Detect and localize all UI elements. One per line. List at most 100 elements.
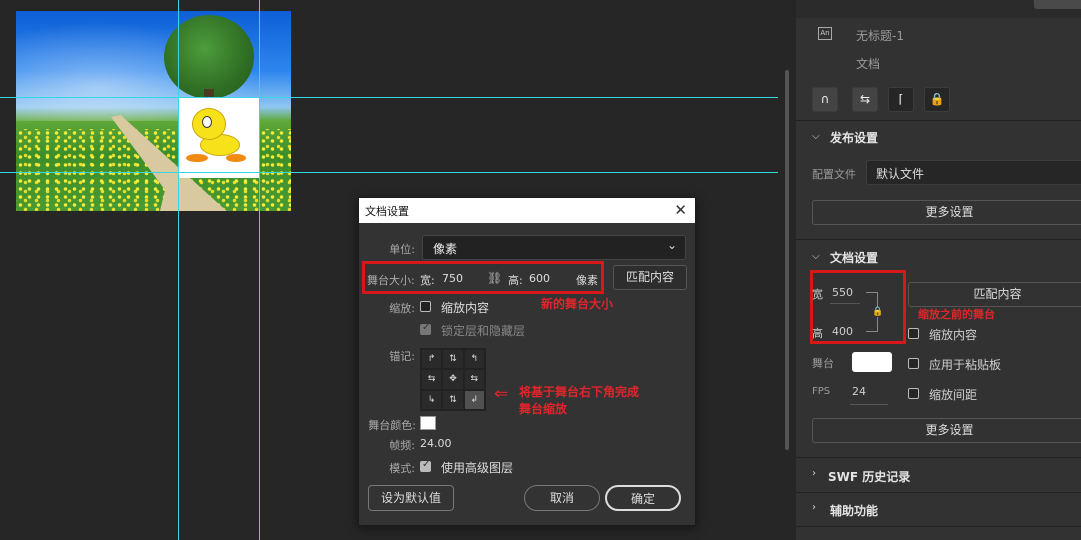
canvas-scrollbar[interactable] bbox=[785, 70, 789, 450]
chevron-down-icon[interactable]: ⌵ bbox=[812, 131, 820, 142]
tweety-sprite[interactable] bbox=[178, 98, 259, 178]
anchor-grid[interactable]: ↱ ⇅ ↰ ⇆ ✥ ⇆ ↳ ⇅ ↲ bbox=[420, 348, 486, 411]
scale-content-label: 缩放内容 bbox=[929, 328, 978, 342]
cancel-button[interactable]: 取消 bbox=[524, 485, 600, 511]
divider bbox=[796, 526, 1081, 527]
anchor-bottom-right[interactable]: ↲ bbox=[463, 389, 485, 410]
anchor-top-center[interactable]: ⇅ bbox=[442, 349, 464, 370]
fps-underline bbox=[850, 404, 888, 405]
scale-content-checkbox[interactable] bbox=[420, 301, 431, 312]
more-settings-button-2[interactable]: 更多设置 bbox=[812, 418, 1081, 443]
scale-label: 缩放: bbox=[389, 302, 415, 315]
scale-content-label: 缩放内容 bbox=[441, 301, 490, 315]
apply-pasteboard-checkbox[interactable] bbox=[908, 358, 919, 369]
stage-size-label: 舞台大小: bbox=[367, 274, 415, 287]
advanced-layers-checkbox[interactable] bbox=[420, 459, 431, 472]
mode-label: 模式: bbox=[389, 462, 415, 475]
stage-background-image[interactable] bbox=[16, 11, 291, 211]
tweety-foot bbox=[186, 154, 208, 162]
align-icon[interactable]: ⇆ bbox=[852, 87, 878, 112]
anchor-top-left[interactable]: ↱ bbox=[421, 349, 443, 370]
unit-value: 像素 bbox=[433, 242, 458, 256]
scale-content-checkbox[interactable] bbox=[908, 328, 919, 339]
an-document-icon: An bbox=[818, 27, 832, 40]
anchor-middle-left[interactable]: ⇆ bbox=[421, 369, 443, 390]
lock-layers-label: 锁定层和隐藏层 bbox=[441, 324, 526, 338]
divider bbox=[796, 239, 1081, 240]
document-name: 无标题-1 bbox=[856, 29, 904, 43]
width-input[interactable]: 550 bbox=[832, 286, 853, 299]
link-icon[interactable]: ⛓ bbox=[487, 271, 502, 285]
document-type: 文档 bbox=[856, 57, 881, 71]
dialog-titlebar[interactable]: 文档设置 ✕ bbox=[359, 198, 695, 223]
stage-label: 舞台 bbox=[812, 357, 834, 370]
profile-label: 配置文件 bbox=[812, 168, 856, 181]
width-label: 宽: bbox=[420, 274, 435, 287]
unit-label: 单位: bbox=[389, 243, 415, 256]
stage-color-label: 舞台颜色: bbox=[368, 419, 416, 432]
lock-layers-checkbox[interactable] bbox=[420, 322, 431, 335]
height-label: 高 bbox=[812, 327, 823, 340]
size-unit: 像素 bbox=[576, 274, 598, 287]
fps-label: FPS bbox=[812, 386, 831, 397]
scale-spacing-checkbox[interactable] bbox=[908, 388, 919, 399]
width-input[interactable]: 750 bbox=[442, 272, 463, 285]
height-input[interactable]: 400 bbox=[832, 325, 853, 338]
anchor-middle-right[interactable]: ⇆ bbox=[463, 369, 485, 390]
arrow-left-icon: ⇐ bbox=[494, 384, 509, 404]
frame-rate-label: 帧频: bbox=[389, 439, 415, 452]
guide-line-horizontal[interactable] bbox=[0, 97, 778, 98]
set-default-button[interactable]: 设为默认值 bbox=[368, 485, 454, 511]
anchor-center[interactable]: ✥ bbox=[442, 369, 464, 390]
guide-line-vertical[interactable] bbox=[178, 0, 179, 540]
chevron-right-icon[interactable]: › bbox=[812, 468, 816, 479]
document-settings-title[interactable]: 文档设置 bbox=[830, 249, 878, 266]
dialog-title: 文档设置 bbox=[365, 204, 409, 218]
swf-history-title[interactable]: SWF 历史记录 bbox=[828, 468, 910, 485]
new-size-note: 新的舞台大小 bbox=[541, 297, 614, 311]
width-label: 宽 bbox=[812, 288, 823, 301]
scale-spacing-label: 缩放间距 bbox=[929, 388, 978, 402]
anchor-bottom-left[interactable]: ↳ bbox=[421, 389, 443, 410]
anchor-note-line2: 舞台缩放 bbox=[519, 402, 568, 416]
tweety-eye bbox=[202, 116, 212, 128]
tweety-foot bbox=[226, 154, 246, 162]
ok-button[interactable]: 确定 bbox=[605, 485, 681, 511]
profile-select[interactable]: 默认文件 bbox=[866, 160, 1081, 185]
divider bbox=[796, 492, 1081, 493]
apply-pasteboard-label: 应用于粘贴板 bbox=[929, 358, 1002, 372]
anchor-note-line1: 将基于舞台右下角完成 bbox=[519, 385, 640, 399]
anchor-label: 锚记: bbox=[389, 350, 415, 363]
anchor-top-right[interactable]: ↰ bbox=[463, 349, 485, 370]
chevron-down-icon[interactable]: ⌵ bbox=[812, 251, 820, 262]
lock-icon[interactable]: 🔒 bbox=[924, 87, 950, 112]
chevron-right-icon[interactable]: › bbox=[812, 502, 816, 513]
ruler-icon[interactable]: ⌈ bbox=[888, 87, 914, 112]
match-content-button[interactable]: 匹配内容 bbox=[908, 282, 1081, 307]
more-settings-button[interactable]: 更多设置 bbox=[812, 200, 1081, 225]
match-content-button[interactable]: 匹配内容 bbox=[613, 265, 687, 290]
unit-select[interactable]: 像素 ⌄ bbox=[422, 235, 686, 260]
profile-value: 默认文件 bbox=[876, 167, 925, 181]
animate-workspace: 文档设置 ✕ 单位: 像素 ⌄ 舞台大小: 宽: 750 ⛓ 高: 600 像素… bbox=[0, 0, 1081, 540]
stage-color-swatch[interactable] bbox=[852, 352, 892, 372]
height-label: 高: bbox=[508, 274, 523, 287]
stage-color-swatch[interactable] bbox=[420, 416, 436, 430]
close-icon[interactable]: ✕ bbox=[674, 201, 687, 219]
publish-settings-title[interactable]: 发布设置 bbox=[830, 129, 878, 146]
snap-icon[interactable]: ∩ bbox=[812, 87, 838, 112]
guide-line-vertical[interactable] bbox=[259, 0, 260, 540]
guide-line-horizontal[interactable] bbox=[0, 172, 778, 173]
divider bbox=[796, 120, 1081, 121]
height-input[interactable]: 600 bbox=[529, 272, 550, 285]
panel-tab[interactable] bbox=[1034, 0, 1081, 9]
chevron-down-icon: ⌄ bbox=[666, 238, 677, 252]
accessibility-title[interactable]: 辅助功能 bbox=[830, 502, 878, 519]
anchor-bottom-center[interactable]: ⇅ bbox=[442, 389, 464, 410]
divider bbox=[796, 457, 1081, 458]
width-underline bbox=[830, 303, 860, 304]
fps-input[interactable]: 24 bbox=[852, 385, 866, 398]
before-scale-note: 缩放之前的舞台 bbox=[918, 308, 995, 321]
link-lock-icon[interactable]: 🔒 bbox=[872, 307, 884, 317]
frame-rate-value[interactable]: 24.00 bbox=[420, 437, 452, 450]
